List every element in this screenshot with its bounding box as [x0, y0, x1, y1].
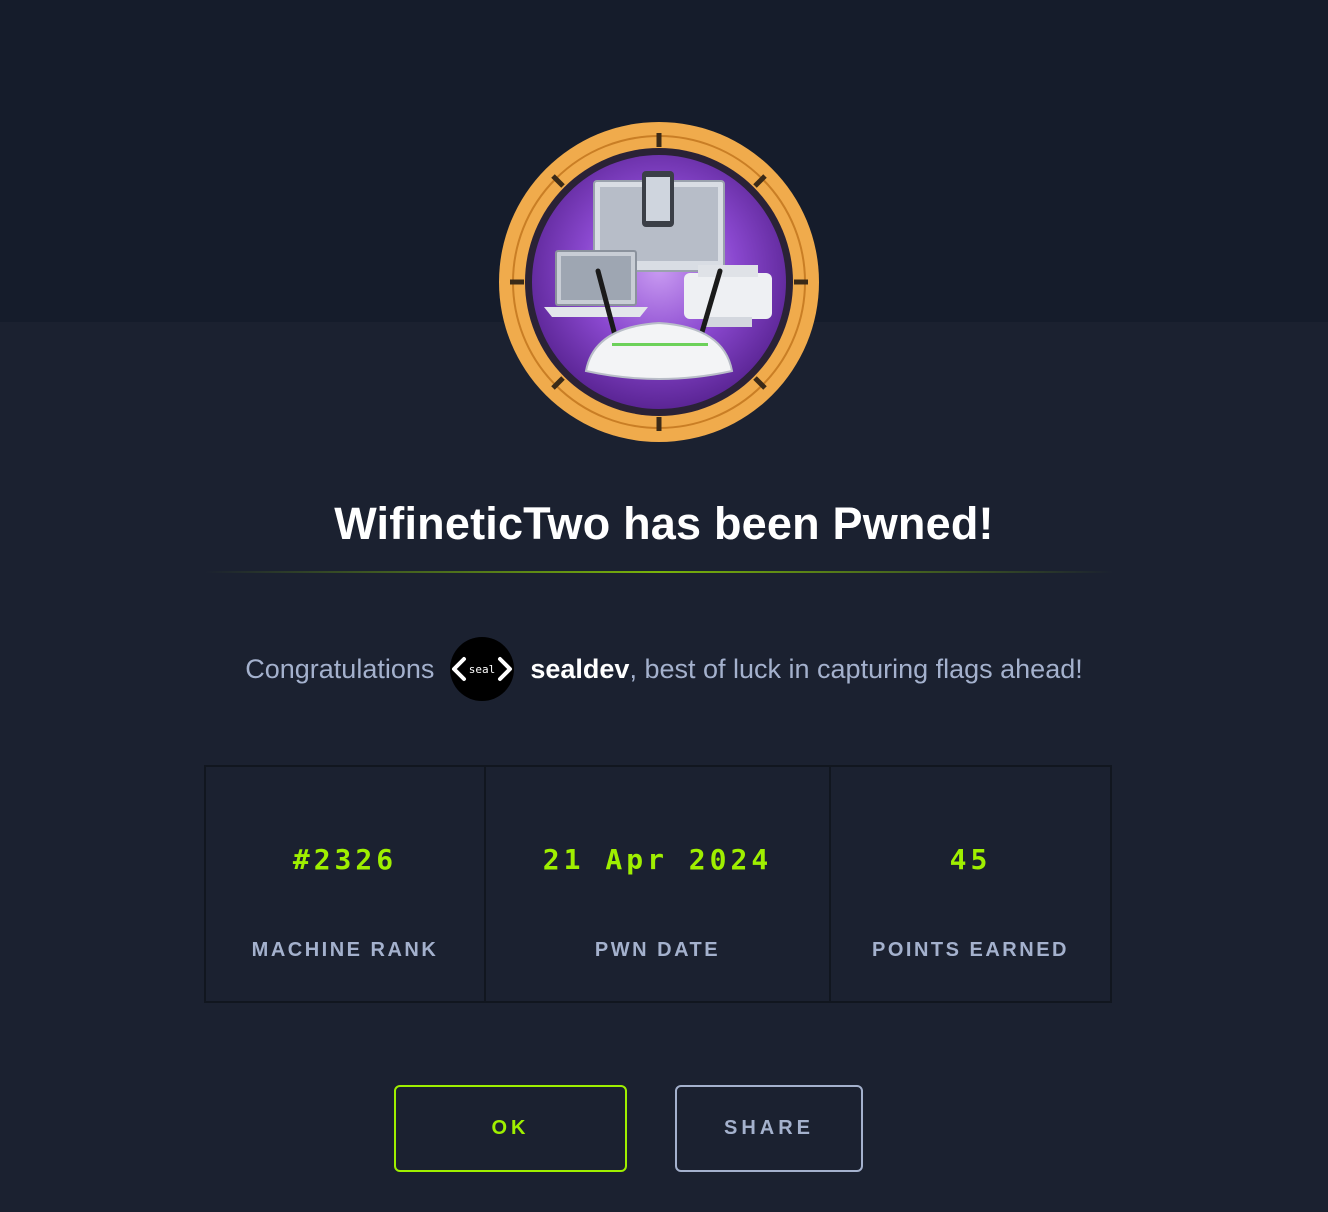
page-title: WifineticTwo has been Pwned! [334, 498, 994, 549]
congrats-message: Congratulations seal sealdev , best of l… [0, 636, 1328, 702]
share-button[interactable]: SHARE [675, 1085, 863, 1172]
stat-value: 21 Apr 2024 [542, 843, 773, 876]
stat-machine-rank: #2326 MACHINE RANK [206, 767, 484, 1001]
stat-points-earned: 45 POINTS EARNED [829, 767, 1110, 1001]
stat-pwn-date: 21 Apr 2024 PWN DATE [484, 767, 829, 1001]
stat-label: PWN DATE [594, 939, 721, 961]
ok-button[interactable]: OK [394, 1085, 627, 1172]
congrats-prefix: Congratulations [245, 653, 435, 684]
machine-badge [498, 121, 820, 443]
stat-label: MACHINE RANK [251, 939, 439, 961]
congrats-suffix: , best of luck in capturing flags ahead! [629, 653, 1083, 684]
machine-badge-icon [499, 122, 819, 442]
stat-value: 45 [949, 843, 992, 876]
avatar-text: seal [469, 663, 496, 676]
stat-value: #2326 [292, 843, 398, 876]
title-divider [205, 571, 1113, 573]
stats-panel: #2326 MACHINE RANK 21 Apr 2024 PWN DATE … [204, 765, 1112, 1003]
username: sealdev [530, 653, 630, 684]
stat-label: POINTS EARNED [872, 939, 1069, 961]
seal-avatar-icon: seal [450, 637, 515, 701]
